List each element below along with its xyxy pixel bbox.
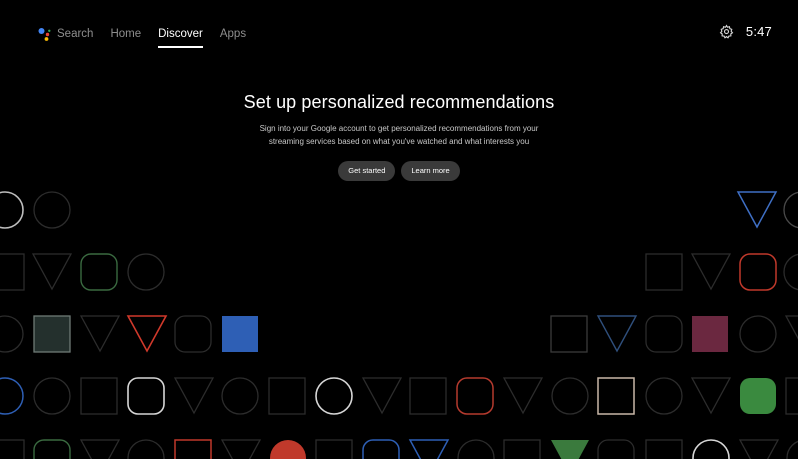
shape-row-3 bbox=[0, 315, 798, 353]
shape-row-5 bbox=[0, 439, 798, 459]
shape-row-1 bbox=[0, 191, 798, 229]
shape-row-2 bbox=[0, 253, 798, 291]
nav-tab-search[interactable]: Search bbox=[57, 26, 93, 42]
discover-screen: Search Home Discover Apps 5:47 Set up pe… bbox=[0, 0, 798, 459]
nav-tab-home[interactable]: Home bbox=[110, 26, 141, 42]
google-assistant-icon[interactable] bbox=[38, 27, 51, 41]
gear-icon[interactable] bbox=[719, 24, 734, 39]
nav-tab-discover[interactable]: Discover bbox=[158, 26, 203, 48]
decorative-shape-pattern bbox=[0, 191, 798, 459]
nav-tab-apps[interactable]: Apps bbox=[220, 26, 246, 42]
promo-actions: Get started Learn more bbox=[0, 161, 798, 181]
status-area: 5:47 bbox=[719, 24, 772, 39]
learn-more-button[interactable]: Learn more bbox=[401, 161, 460, 181]
promo-description: Sign into your Google account to get per… bbox=[259, 124, 539, 146]
promo-title: Set up personalized recommendations bbox=[243, 92, 555, 112]
shape-row-4 bbox=[0, 377, 798, 415]
recommendations-promo: Set up personalized recommendations Sign… bbox=[0, 92, 798, 181]
top-navigation: Search Home Discover Apps bbox=[38, 23, 263, 48]
get-started-button[interactable]: Get started bbox=[338, 161, 396, 181]
clock: 5:47 bbox=[745, 24, 772, 39]
